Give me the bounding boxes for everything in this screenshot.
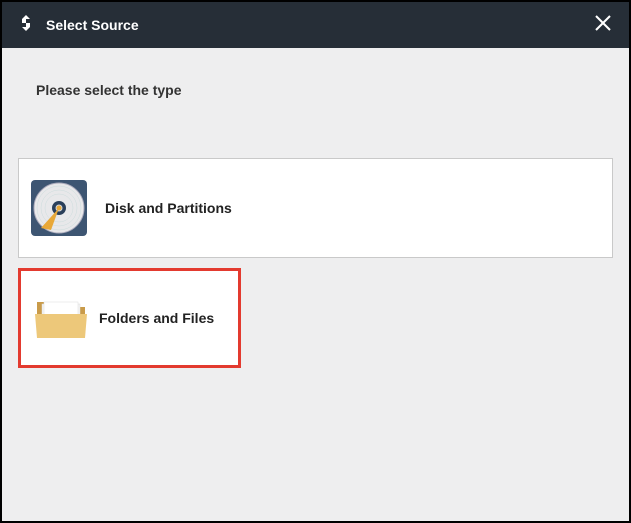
dialog-title: Select Source bbox=[46, 17, 139, 33]
option-label: Disk and Partitions bbox=[105, 200, 232, 216]
titlebar-left: Select Source bbox=[16, 13, 139, 38]
option-label: Folders and Files bbox=[99, 310, 214, 326]
dialog-content: Please select the type Disk and Partitio… bbox=[2, 48, 629, 394]
option-folders-files[interactable]: Folders and Files bbox=[18, 268, 241, 368]
close-button[interactable] bbox=[591, 13, 615, 37]
folder-icon bbox=[31, 288, 91, 348]
app-icon bbox=[16, 13, 36, 38]
titlebar: Select Source bbox=[2, 2, 629, 48]
close-icon bbox=[594, 14, 612, 37]
dialog-window: Select Source Please select the type bbox=[0, 0, 631, 523]
option-disk-partitions[interactable]: Disk and Partitions bbox=[18, 158, 613, 258]
disk-icon bbox=[29, 178, 89, 238]
instruction-text: Please select the type bbox=[36, 82, 613, 98]
